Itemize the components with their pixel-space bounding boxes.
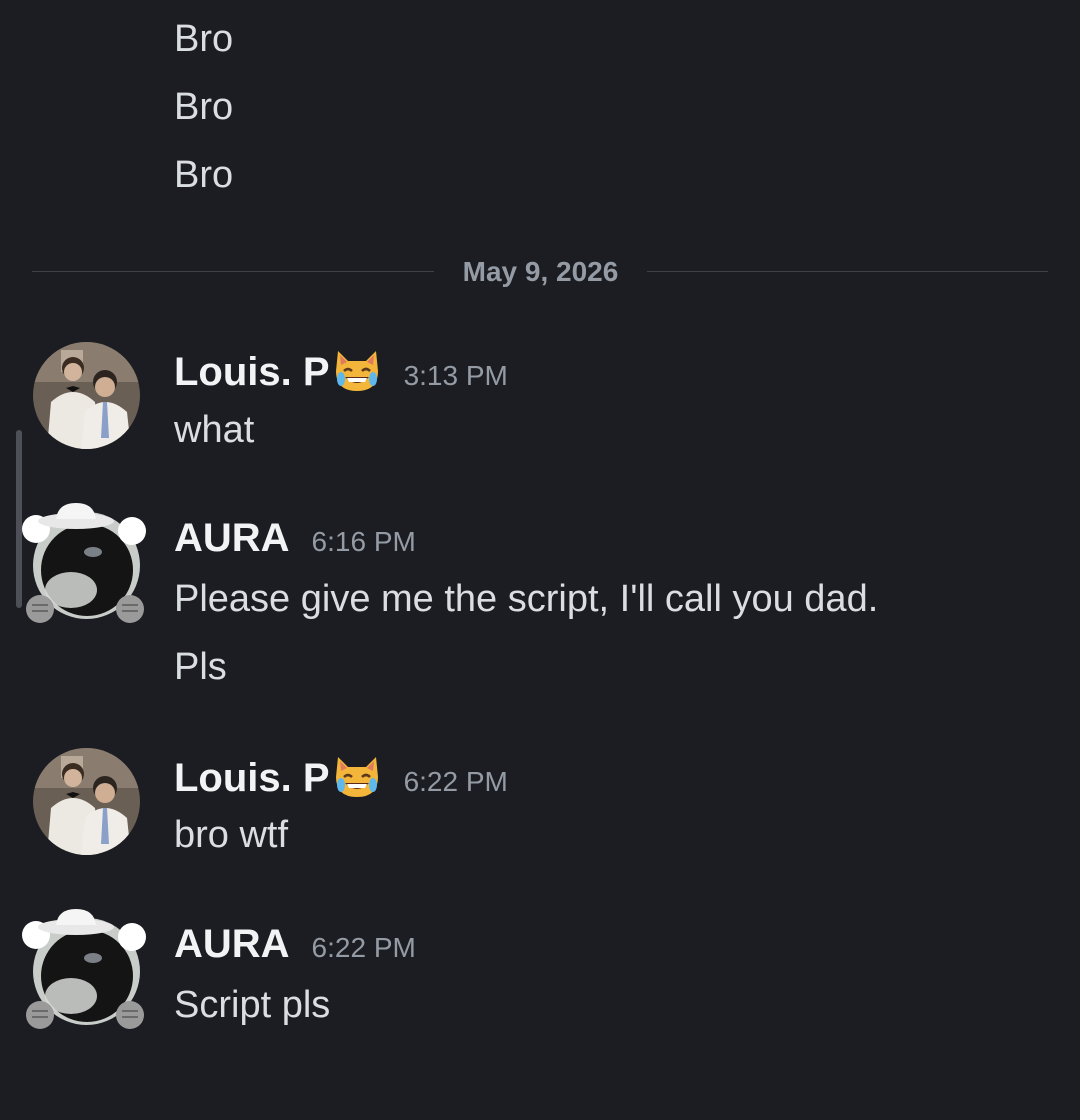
message-text[interactable]: Please give me the script, I'll call you… [174,576,878,622]
divider-line [647,271,1048,272]
message-line[interactable]: Bro [174,16,233,62]
photo-avatar-image [33,342,140,449]
date-divider: May 9, 2026 [32,252,1048,292]
username[interactable]: AURA [174,922,290,966]
message-text[interactable]: Script pls [174,982,330,1028]
username[interactable]: AURA [174,516,290,560]
cowboy-hat-decoration-icon [22,503,146,623]
message-header: AURA 6:16 PM [174,516,416,566]
message-text[interactable]: what [174,407,254,453]
message-text[interactable]: bro wtf [174,812,288,858]
joy-cat-icon [335,351,378,391]
divider-line [32,271,434,272]
joy-cat-icon [335,757,378,797]
avatar[interactable] [33,748,140,855]
avatar[interactable] [33,342,140,449]
message-line[interactable]: Bro [174,84,233,130]
username[interactable]: Louis. P [174,756,330,800]
message-line[interactable]: Bro [174,152,233,198]
message-text[interactable]: Pls [174,644,227,690]
cowboy-hat-decoration-icon [22,909,146,1029]
divider-date: May 9, 2026 [462,256,619,287]
username[interactable]: Louis. P [174,350,330,394]
timestamp[interactable]: 6:22 PM [404,766,508,797]
chat-message-list[interactable]: Bro Bro Bro May 9, 2026 Louis. P 3:13 PM… [0,0,1080,1120]
message-header: Louis. P 3:13 PM [174,347,508,397]
photo-avatar-image [33,748,140,855]
timestamp[interactable]: 3:13 PM [404,360,508,391]
timestamp[interactable]: 6:22 PM [312,932,416,963]
message-header: Louis. P 6:22 PM [174,753,508,803]
timestamp[interactable]: 6:16 PM [312,526,416,557]
message-header: AURA 6:22 PM [174,922,416,972]
